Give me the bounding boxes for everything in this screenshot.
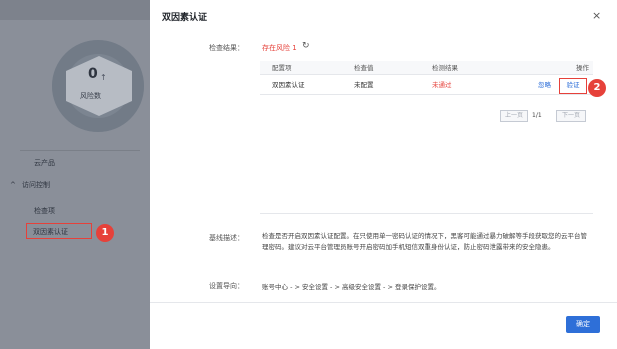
ignore-link[interactable]: 忽略	[538, 75, 551, 95]
guide-label: 设置导向：	[209, 282, 244, 290]
verify-link[interactable]: 验证	[559, 78, 587, 94]
page-info: 1/1	[532, 112, 542, 119]
refresh-icon[interactable]: ↻	[302, 41, 310, 51]
check-table: 配置项 检查值 检测结果 操作 双因素认证 未配置 未通过 忽略 验证	[260, 61, 593, 95]
row-result: 未通过	[432, 81, 452, 89]
risk-label: 风险数	[80, 92, 101, 100]
header-item: 配置项	[272, 64, 292, 72]
dialog-title: 双因素认证	[162, 13, 208, 23]
chevron-up-icon: ^	[10, 181, 16, 189]
risk-count: 0	[88, 66, 98, 82]
header-value: 检查值	[354, 64, 374, 72]
next-page-button[interactable]: 下一页	[556, 110, 586, 122]
row-value: 未配置	[354, 81, 374, 89]
table-row: 双因素认证 未配置 未通过 忽略 验证	[260, 75, 593, 95]
prev-page-button[interactable]: 上一页	[500, 110, 528, 122]
sidebar-divider	[20, 150, 140, 151]
background-panel: 0 ↑ 风险数 云产品 ^ 访问控制 检查项 双因素认证 1	[0, 0, 150, 349]
sidebar-item-label: 访问控制	[22, 181, 50, 189]
header-result: 检测结果	[432, 64, 458, 72]
result-value: 存在风险 1	[262, 44, 297, 52]
header-action: 操作	[576, 64, 589, 72]
baseline-label: 基线描述：	[209, 234, 244, 242]
close-icon[interactable]: ×	[592, 9, 601, 22]
divider	[260, 213, 593, 214]
result-label: 检查结果：	[209, 44, 244, 52]
row-item: 双因素认证	[272, 81, 305, 89]
background-header	[0, 0, 150, 20]
risk-arrow-icon: ↑	[100, 73, 107, 82]
confirm-button[interactable]: 确定	[566, 316, 600, 333]
sidebar-item-access-control[interactable]: ^ 访问控制	[10, 180, 150, 190]
baseline-description: 检查是否开启双因素认证配置。在只使用单一密码认证的情况下，黑客可能通过暴力破解等…	[262, 232, 587, 251]
sidebar-item-cloud-product[interactable]: 云产品	[34, 158, 150, 168]
step-badge-2: 2	[588, 79, 606, 97]
two-factor-dialog: 双因素认证 × 检查结果： 存在风险 1 ↻ 配置项 检查值 检测结果 操作 双…	[150, 0, 617, 349]
table-header: 配置项 检查值 检测结果 操作	[260, 61, 593, 75]
sidebar-item-two-factor[interactable]: 双因素认证	[26, 223, 92, 239]
sidebar-item-check-item[interactable]: 检查项	[34, 206, 150, 216]
footer-divider	[150, 302, 617, 303]
step-badge-1: 1	[96, 224, 114, 242]
guide-path: 账号中心 - > 安全设置 - > 高级安全设置 - > 登录保护设置。	[262, 283, 441, 291]
